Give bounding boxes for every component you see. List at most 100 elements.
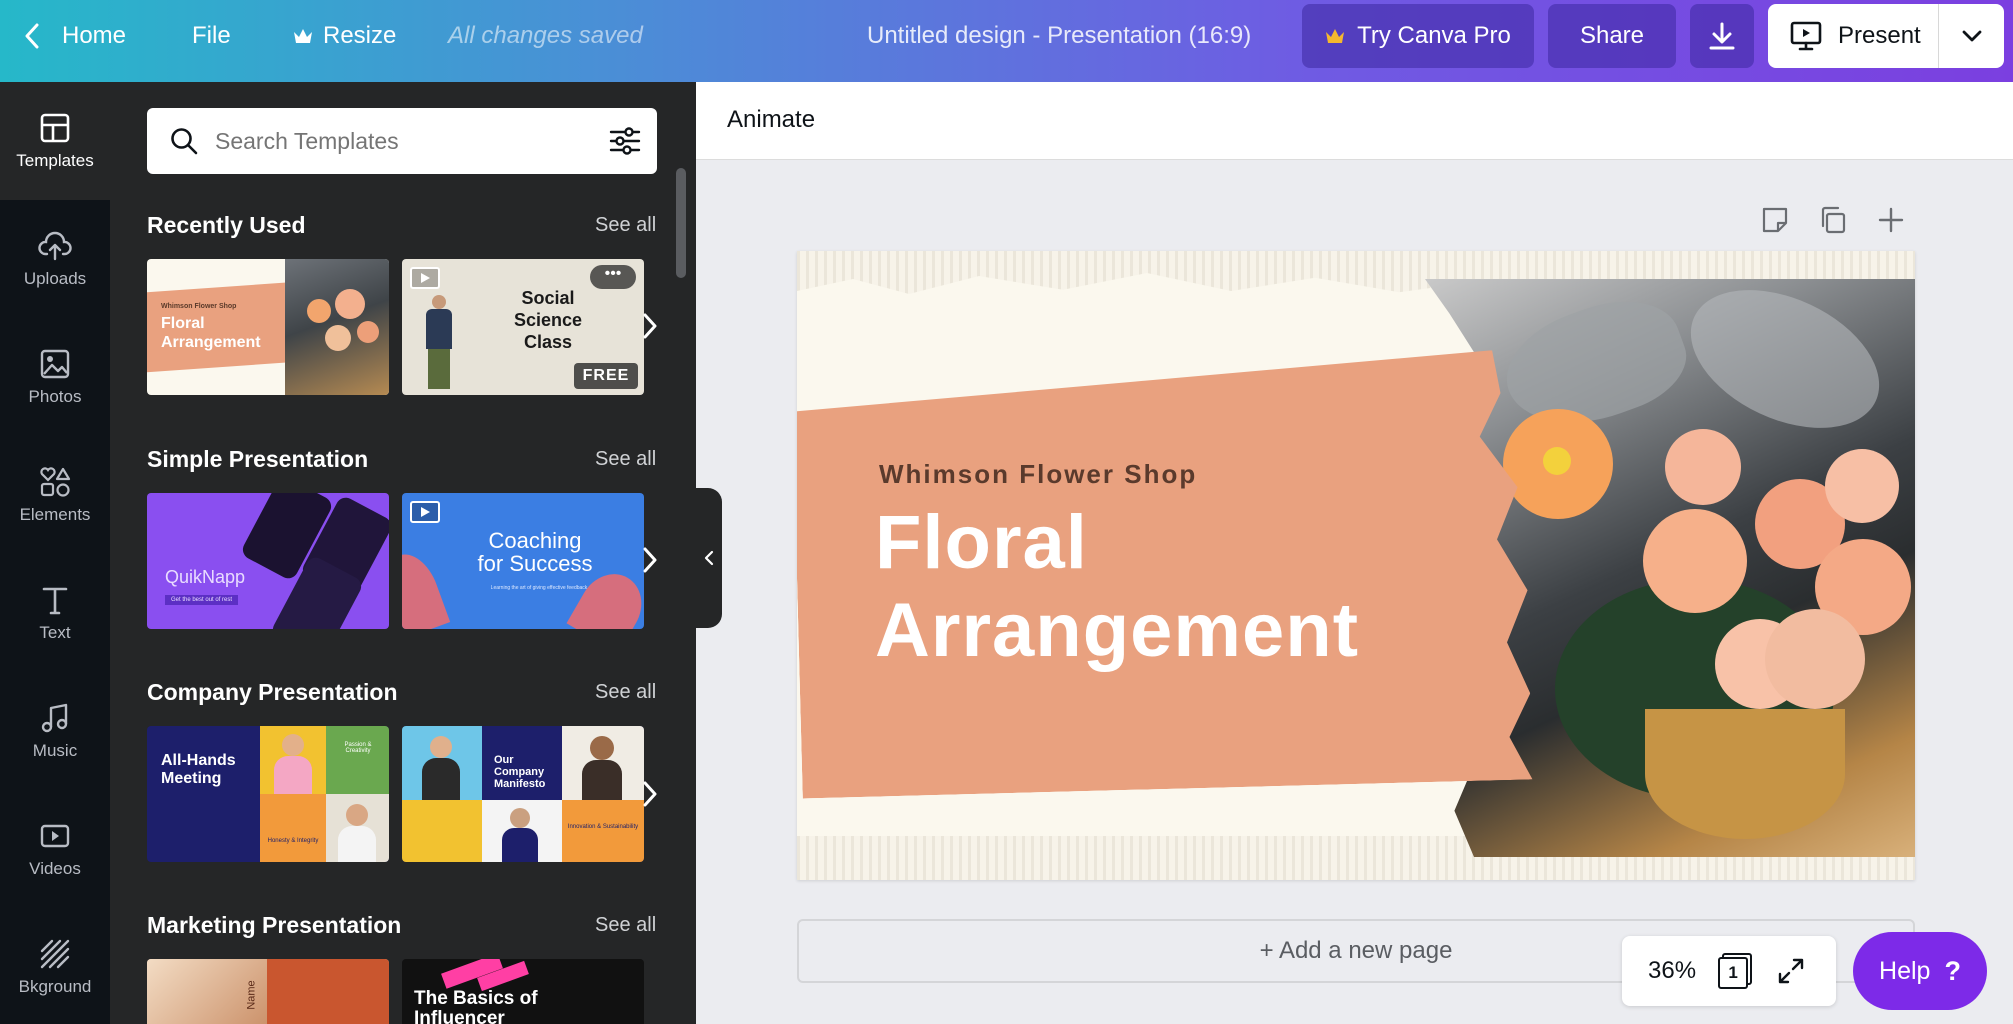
- template-thumb-social-science[interactable]: ••• Social Science Class FREE: [402, 259, 644, 395]
- chevron-right-icon: [643, 313, 657, 339]
- search-input[interactable]: [215, 127, 609, 155]
- thumb-photo-tile: [326, 794, 389, 862]
- thumb-text: Our: [494, 754, 514, 766]
- present-screen-icon: [1790, 21, 1822, 51]
- thumb-title: Our Company Manifesto: [494, 754, 545, 790]
- thumb-text: Science: [513, 310, 583, 330]
- template-thumb-coaching[interactable]: Coaching for Success Learning the art of…: [402, 493, 644, 629]
- carousel-next-button[interactable]: [637, 296, 663, 356]
- chevron-left-icon: [704, 550, 714, 566]
- rail-item-videos[interactable]: Videos: [0, 790, 110, 908]
- thumb-text: Manifesto: [494, 778, 546, 790]
- thumb-title: Coaching for Success: [460, 529, 610, 575]
- thumb-text: Get the best out of rest: [165, 595, 239, 605]
- thumb-color-tile: Passion & Creativity: [326, 726, 389, 794]
- home-button[interactable]: Home: [24, 0, 126, 72]
- rail-item-uploads[interactable]: Uploads: [0, 200, 110, 318]
- thumb-photo-tile: [482, 800, 562, 862]
- collapse-panel-button[interactable]: [696, 488, 722, 628]
- template-thumb-marketing-name[interactable]: Name: [147, 959, 389, 1024]
- rail-item-elements[interactable]: Elements: [0, 436, 110, 554]
- present-label: Present: [1838, 22, 1921, 49]
- share-button[interactable]: Share: [1548, 4, 1676, 68]
- thumb-text: Honesty & Integrity: [267, 838, 319, 844]
- resize-button[interactable]: Resize: [293, 0, 396, 72]
- panel-scrollbar[interactable]: [676, 168, 686, 278]
- carousel-next-button[interactable]: [637, 764, 663, 824]
- fullscreen-expand-icon[interactable]: [1776, 956, 1806, 986]
- template-thumb-manifesto[interactable]: Our Company Manifesto Innovation & Susta…: [402, 726, 644, 862]
- chevron-left-icon: [24, 23, 40, 49]
- rail-label: Photos: [28, 387, 82, 406]
- document-title[interactable]: Untitled design - Presentation (16:9): [867, 0, 1251, 72]
- templates-panel: Recently Used See all Whimson Flower Sho…: [110, 82, 696, 1024]
- thumb-text: Learning the art of giving effective fee…: [490, 585, 588, 591]
- slide-canvas[interactable]: Whimson Flower Shop Floral Arrangement: [797, 251, 1915, 880]
- thumb-text: Company: [494, 766, 545, 778]
- slide-title-line: Arrangement: [875, 588, 1359, 673]
- template-thumb-quiknapp[interactable]: QuikNapp Get the best out of rest: [147, 493, 389, 629]
- try-canva-pro-button[interactable]: Try Canva Pro: [1302, 4, 1534, 68]
- rail-item-background[interactable]: Bkground: [0, 908, 110, 1024]
- section-title: Marketing Presentation: [147, 912, 402, 938]
- thumb-color-tile: [402, 800, 482, 862]
- rail-item-photos[interactable]: Photos: [0, 318, 110, 436]
- crown-icon: [293, 28, 313, 44]
- chevron-right-icon: [643, 781, 657, 807]
- see-all-link[interactable]: See all: [595, 681, 656, 704]
- page-count-button[interactable]: 1: [1718, 953, 1753, 989]
- background-stripes-icon: [40, 939, 70, 969]
- see-all-link[interactable]: See all: [595, 214, 656, 237]
- slide-title[interactable]: Floral Arrangement: [875, 499, 1359, 675]
- crown-icon: [1325, 28, 1345, 44]
- thumb-color-tile: [267, 959, 389, 1024]
- rail-item-text[interactable]: Text: [0, 554, 110, 672]
- rail-label: Videos: [29, 859, 81, 878]
- rail-label: Templates: [16, 151, 94, 170]
- see-all-link[interactable]: See all: [595, 448, 656, 471]
- thumb-text: Innovation & Sustainability: [567, 824, 639, 830]
- thumb-text: Class: [523, 332, 573, 352]
- present-options-button[interactable]: [1939, 4, 2004, 68]
- resize-label: Resize: [323, 22, 397, 49]
- section-title: Company Presentation: [147, 679, 398, 705]
- rail-item-music[interactable]: Music: [0, 672, 110, 790]
- section-title: Simple Presentation: [147, 446, 369, 472]
- present-button[interactable]: Present: [1768, 4, 1938, 68]
- thumb-person-illustration: [416, 295, 462, 391]
- music-note-icon: [41, 703, 68, 733]
- template-thumb-all-hands[interactable]: All-Hands Meeting Passion & Creativity H…: [147, 726, 389, 862]
- thumb-title: The Basics of Influencer: [414, 989, 538, 1024]
- template-thumb-floral[interactable]: Whimson Flower Shop Floral Arrangement: [147, 259, 389, 395]
- template-thumb-influencer[interactable]: The Basics of Influencer: [402, 959, 644, 1024]
- thumb-photo-tile: [402, 726, 482, 800]
- add-note-icon[interactable]: [1755, 200, 1795, 240]
- try-pro-label: Try Canva Pro: [1357, 22, 1511, 49]
- thumb-color-tile: Innovation & Sustainability: [562, 800, 644, 862]
- save-status: All changes saved: [448, 22, 643, 49]
- chevron-right-icon: [643, 547, 657, 573]
- see-all-link[interactable]: See all: [595, 914, 656, 937]
- photo-icon: [40, 349, 70, 379]
- section-title: Recently Used: [147, 212, 306, 238]
- animate-button[interactable]: Animate: [727, 106, 815, 134]
- add-page-plus-icon[interactable]: [1871, 200, 1911, 240]
- rail-item-templates[interactable]: Templates: [0, 82, 110, 200]
- more-options-icon[interactable]: •••: [590, 265, 636, 289]
- home-label: Home: [62, 22, 127, 49]
- file-menu[interactable]: File: [192, 0, 231, 72]
- filter-sliders-icon[interactable]: [609, 126, 641, 156]
- chevron-down-icon: [1962, 30, 1982, 42]
- zoom-level[interactable]: 36%: [1648, 957, 1696, 985]
- slide-subtitle[interactable]: Whimson Flower Shop: [879, 459, 1197, 490]
- carousel-next-button[interactable]: [637, 530, 663, 590]
- thumb-photo-tile: [562, 726, 644, 800]
- upload-cloud-icon: [38, 231, 72, 261]
- duplicate-page-icon[interactable]: [1813, 200, 1853, 240]
- rail-label: Text: [39, 623, 71, 642]
- thumb-text: Social: [521, 288, 575, 308]
- thumb-title: Social Science Class: [498, 287, 598, 353]
- thumb-text: Influencer: [414, 1008, 505, 1024]
- help-button[interactable]: Help ?: [1853, 932, 1987, 1010]
- download-button[interactable]: [1690, 4, 1754, 68]
